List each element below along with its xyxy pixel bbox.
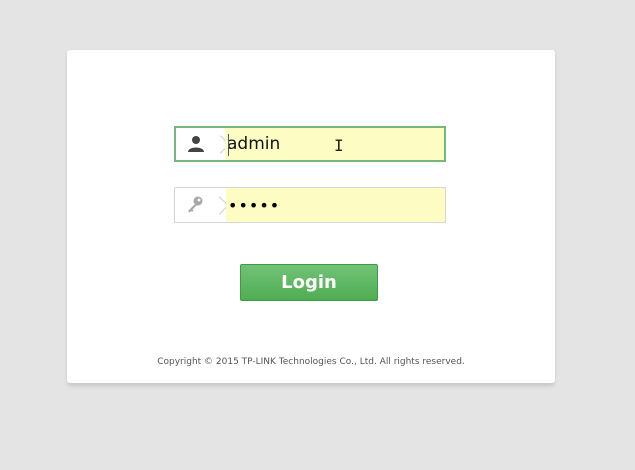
username-field[interactable]: I bbox=[174, 126, 446, 162]
text-caret bbox=[228, 134, 229, 156]
password-field[interactable]: ••••• bbox=[174, 187, 446, 223]
login-page: I ••••• Login Copyright © 2015 TP-LINK T… bbox=[0, 0, 635, 470]
password-input[interactable] bbox=[226, 188, 445, 222]
ibeam-cursor-icon: I bbox=[334, 136, 344, 155]
copyright-text: Copyright © 2015 TP-LINK Technologies Co… bbox=[157, 357, 465, 367]
login-button[interactable]: Login bbox=[240, 264, 378, 301]
